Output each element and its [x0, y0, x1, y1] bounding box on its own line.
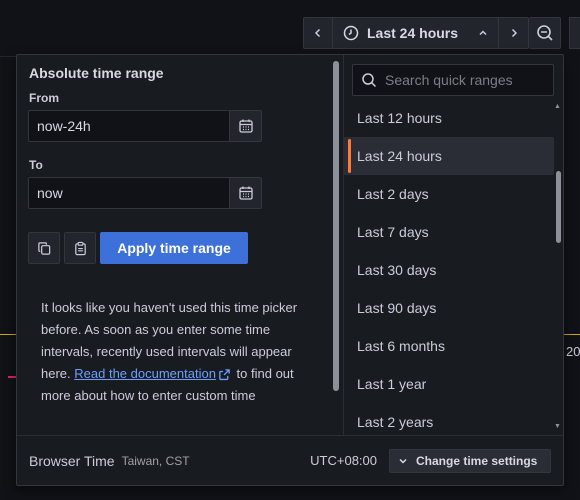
change-time-settings-button[interactable]: Change time settings	[389, 448, 551, 473]
left-scrollbar-thumb[interactable]	[333, 61, 339, 391]
quick-range-label: Last 7 days	[357, 224, 429, 240]
quick-range-label: Last 30 days	[357, 262, 437, 278]
quick-range-list: Last 12 hours Last 24 hours Last 2 days Las…	[344, 99, 554, 441]
timezone-label: Browser Time	[29, 452, 115, 469]
shift-back-button[interactable]	[303, 17, 333, 49]
from-label: From	[29, 91, 59, 105]
to-label: To	[29, 158, 43, 172]
refresh-button[interactable]	[569, 17, 580, 49]
series-line	[0, 334, 16, 335]
help-text: It looks like you haven't used this time…	[41, 297, 311, 407]
quick-range-label: Last 90 days	[357, 300, 437, 316]
from-field: now-24h	[28, 110, 262, 142]
quick-range-item[interactable]: Last 2 days	[344, 175, 554, 213]
documentation-link[interactable]: Read the documentation	[74, 366, 216, 381]
zoom-out-icon	[536, 25, 553, 41]
zoom-out-button[interactable]	[529, 17, 561, 49]
to-calendar-button[interactable]	[230, 177, 262, 209]
quick-range-item[interactable]: Last 90 days	[344, 289, 554, 327]
clipboard-icon	[74, 241, 86, 255]
utc-offset: UTC+08:00	[310, 453, 377, 468]
quick-range-label: Last 1 year	[357, 376, 427, 392]
quick-range-label: Last 2 years	[357, 414, 434, 430]
search-icon	[362, 73, 377, 88]
timezone-name: Taiwan, CST	[121, 453, 190, 468]
chevron-down-icon	[399, 458, 407, 464]
quick-range-search[interactable]	[352, 64, 554, 96]
quick-range-item[interactable]: Last 6 months	[344, 327, 554, 365]
series-marker	[8, 376, 16, 378]
grid-line	[0, 56, 16, 57]
chevron-right-icon	[511, 28, 517, 38]
from-calendar-button[interactable]	[230, 110, 262, 142]
quick-range-item[interactable]: Last 7 days	[344, 213, 554, 251]
quick-range-item[interactable]: Last 30 days	[344, 251, 554, 289]
scroll-down-arrow[interactable]: ▼	[554, 423, 561, 430]
apply-time-range-button[interactable]: Apply time range	[100, 232, 248, 264]
quick-range-label: Last 12 hours	[357, 110, 442, 126]
time-range-picker-button[interactable]: Last 24 hours	[333, 17, 499, 49]
to-input[interactable]: now	[28, 177, 230, 209]
quick-range-search-input[interactable]	[385, 72, 545, 88]
left-scrollbar[interactable]	[333, 61, 339, 435]
shift-forward-button[interactable]	[499, 17, 529, 49]
absolute-range-pane: Absolute time range From now-24h To now	[17, 55, 343, 435]
absolute-range-title: Absolute time range	[29, 65, 164, 81]
time-range-label: Last 24 hours	[367, 25, 459, 41]
time-picker-dropdown: Absolute time range From now-24h To now	[16, 54, 564, 486]
axis-label: 20	[566, 344, 580, 359]
quick-range-label: Last 6 months	[357, 338, 445, 354]
chevron-left-icon	[314, 28, 321, 38]
to-field: now	[28, 177, 262, 209]
quick-range-item[interactable]: Last 1 year	[344, 365, 554, 403]
calendar-icon	[238, 186, 253, 200]
quick-ranges-pane: Last 12 hours Last 24 hours Last 2 days Las…	[343, 55, 565, 435]
right-scrollbar[interactable]: ▲ ▼	[554, 103, 562, 435]
clock-icon	[343, 25, 359, 41]
calendar-icon	[238, 119, 253, 133]
copy-range-button[interactable]	[28, 232, 60, 264]
copy-icon	[37, 241, 50, 255]
quick-range-label: Last 2 days	[357, 186, 429, 202]
chevron-up-icon	[479, 30, 487, 36]
quick-range-item[interactable]: Last 24 hours	[344, 137, 554, 175]
scroll-up-arrow[interactable]: ▲	[554, 103, 561, 110]
from-input[interactable]: now-24h	[28, 110, 230, 142]
external-link-icon	[219, 369, 230, 381]
change-time-settings-label: Change time settings	[416, 453, 538, 468]
quick-range-label: Last 24 hours	[357, 148, 442, 164]
right-scrollbar-thumb[interactable]	[556, 171, 561, 243]
time-settings-footer: Browser Time Taiwan, CST UTC+08:00 Chang…	[17, 435, 563, 485]
paste-range-button[interactable]	[64, 232, 96, 264]
dashboard-stage: 20 Last 24 hours Absolute time range Fro…	[0, 0, 580, 500]
time-range-toolbar: Last 24 hours	[303, 17, 561, 49]
quick-range-item[interactable]: Last 12 hours	[344, 99, 554, 137]
